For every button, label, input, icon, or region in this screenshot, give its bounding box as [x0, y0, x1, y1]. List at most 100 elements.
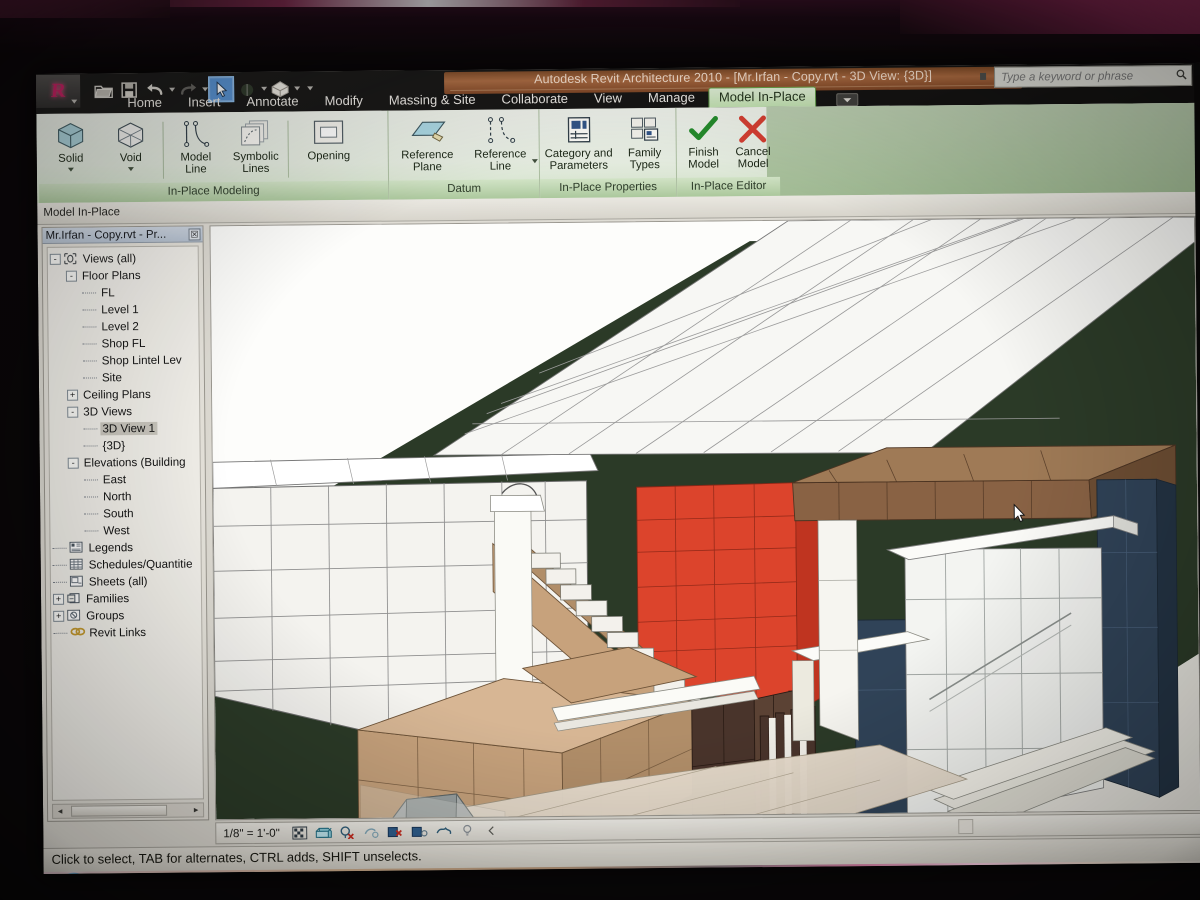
temporary-hide-isolate-icon[interactable]: [435, 823, 452, 839]
browser-node-floor-plans[interactable]: - Floor Plans: [50, 266, 198, 284]
browser-node-elevations-building[interactable]: - Elevations (Building: [52, 453, 200, 471]
window-title-text: Autodesk Revit Architecture 2010 - [Mr.I…: [534, 68, 933, 87]
schedules-icon: [69, 558, 84, 572]
search-input[interactable]: [995, 69, 1173, 84]
collapse-icon[interactable]: -: [67, 457, 79, 469]
tab-home[interactable]: Home: [114, 93, 175, 114]
browser-node-north[interactable]: North: [52, 487, 200, 505]
family-types-button[interactable]: Family Types: [615, 111, 674, 172]
application-menu-button[interactable]: R: [36, 74, 81, 108]
tab-annotate[interactable]: Annotate: [233, 91, 311, 112]
tab-model-in-place[interactable]: Model In-Place: [707, 86, 817, 108]
project-browser: Mr.Irfan - Copy.rvt - Pr... ☒ - Views (al…: [41, 225, 210, 822]
browser-node-legends[interactable]: Legends: [52, 538, 200, 556]
browser-node-shop-fl[interactable]: Shop FL: [51, 334, 199, 352]
reference-line-button[interactable]: Reference Line: [463, 112, 538, 173]
tree-connector: [52, 547, 67, 549]
shadows-off-icon[interactable]: [363, 824, 380, 840]
finish-model-button[interactable]: Finish Model: [678, 110, 728, 171]
chevron-down-icon[interactable]: [127, 166, 134, 171]
background-wall-right: [900, 0, 1200, 34]
open-icon[interactable]: [90, 77, 116, 103]
expand-bar-icon[interactable]: [483, 823, 500, 839]
browser-node-west[interactable]: West: [52, 521, 200, 539]
ribbon: Solid Void Model Line Symbolic Lines Ope…: [36, 102, 1200, 203]
solid-label: Solid: [58, 152, 84, 165]
reveal-hidden-elements-icon[interactable]: [459, 823, 476, 839]
tree-connector: [82, 377, 97, 379]
model-line-label-1: Model: [180, 151, 212, 164]
search-box[interactable]: [993, 64, 1193, 88]
browser-node-east[interactable]: East: [52, 470, 200, 488]
browser-node-ceiling-plans[interactable]: + Ceiling Plans: [51, 385, 199, 403]
browser-node-schedules-quantitie[interactable]: Schedules/Quantitie: [52, 555, 201, 573]
tab-manage[interactable]: Manage: [635, 88, 708, 109]
view-scale-label[interactable]: 1/8" = 1'-0": [223, 826, 280, 840]
expand-icon[interactable]: +: [53, 610, 65, 622]
browser-node-south[interactable]: South: [52, 504, 200, 522]
collapse-icon[interactable]: -: [67, 406, 79, 418]
close-icon[interactable]: ☒: [188, 228, 201, 241]
model-line-icon: [175, 117, 215, 151]
opening-button[interactable]: Opening: [290, 114, 366, 163]
search-icon[interactable]: [1172, 66, 1191, 84]
ribbon-minimize-icon[interactable]: [836, 93, 859, 107]
collapse-icon[interactable]: -: [49, 253, 61, 265]
void-label: Void: [119, 151, 142, 165]
browser-node-label: Legends: [88, 541, 134, 555]
model-line-button[interactable]: Model Line: [165, 115, 226, 176]
revit-logo-icon: R: [49, 79, 67, 102]
family-types-icon: [624, 113, 664, 147]
browser-node-groups[interactable]: + Groups: [53, 606, 201, 624]
browser-node-3d-view-1[interactable]: 3D View 1: [51, 419, 199, 437]
tree-connector: [82, 343, 97, 345]
tree-connector: [82, 309, 97, 311]
tree-connector: [83, 479, 98, 481]
browser-node-shop-lintel-lev[interactable]: Shop Lintel Lev: [51, 351, 199, 369]
expand-icon[interactable]: +: [67, 389, 79, 401]
tab-massing-site[interactable]: Massing & Site: [376, 90, 489, 111]
rendering-dialog-off-icon[interactable]: [387, 824, 404, 840]
cancel-model-button[interactable]: Cancel Model: [728, 110, 778, 171]
project-browser-title-bar[interactable]: Mr.Irfan - Copy.rvt - Pr... ☒: [42, 226, 203, 244]
browser-node-revit-links[interactable]: Revit Links: [53, 623, 201, 641]
tab-insert[interactable]: Insert: [175, 92, 234, 113]
chevron-down-icon[interactable]: [531, 159, 538, 164]
project-browser-tree[interactable]: - Views (all) - Floor Plans FL Level 1 Level 2…: [46, 245, 204, 801]
browser-node-sheets-all[interactable]: Sheets (all): [52, 572, 201, 590]
crop-region-off-icon[interactable]: [411, 823, 428, 839]
3d-viewport[interactable]: [209, 215, 1200, 821]
symbolic-lines-icon: [235, 117, 275, 151]
scrollbar-thumb[interactable]: [71, 804, 168, 817]
viewbar-resize-handle[interactable]: [958, 819, 974, 835]
symbolic-lines-button[interactable]: Symbolic Lines: [225, 115, 286, 176]
expand-icon[interactable]: +: [52, 593, 65, 605]
chevron-down-icon[interactable]: [67, 167, 74, 172]
browser-node-3d-views[interactable]: -3D Views: [51, 402, 199, 420]
detail-level-icon[interactable]: [291, 824, 308, 840]
browser-node-views-all[interactable]: - Views (all): [49, 249, 198, 267]
browser-node-site[interactable]: Site: [51, 368, 199, 386]
browser-node-fl[interactable]: FL: [50, 283, 198, 301]
category-and-parameters-button[interactable]: Category and Parameters: [541, 111, 615, 172]
scroll-left-icon[interactable]: ◂: [53, 806, 67, 817]
browser-node-level-2[interactable]: Level 2: [50, 317, 198, 335]
tree-connector: [52, 581, 67, 583]
reference-plane-button[interactable]: Reference Plane: [390, 113, 464, 174]
void-button[interactable]: Void: [100, 116, 161, 171]
scroll-right-icon[interactable]: ▸: [189, 804, 203, 815]
project-browser-hscrollbar[interactable]: ◂ ▸: [52, 802, 205, 819]
tab-modify[interactable]: Modify: [311, 91, 375, 112]
visual-style-icon[interactable]: [315, 824, 332, 840]
tab-collaborate[interactable]: Collaborate: [488, 89, 581, 110]
collapse-icon[interactable]: -: [65, 270, 77, 282]
solid-button[interactable]: Solid: [40, 116, 101, 172]
sun-path-off-icon[interactable]: [339, 824, 356, 840]
browser-node-3d[interactable]: {3D}: [51, 436, 199, 454]
monitor-screen: R Autodesk Revit Architecture 2010 - [Mr…: [36, 62, 1200, 874]
tree-connector: [84, 513, 99, 515]
browser-node-families[interactable]: + Families: [52, 589, 201, 607]
tab-view[interactable]: View: [581, 88, 635, 109]
browser-node-level-1[interactable]: Level 1: [50, 300, 198, 318]
browser-node-label: Views (all): [82, 252, 137, 266]
